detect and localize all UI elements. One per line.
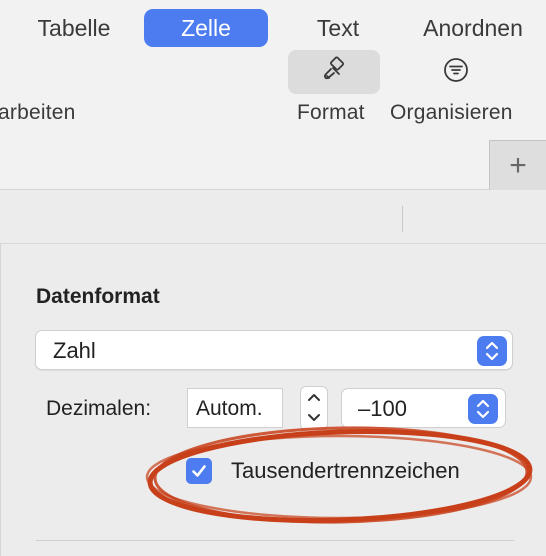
tab-divider xyxy=(402,206,403,232)
thousands-separator-label: Tausendertrennzeichen xyxy=(231,458,460,483)
chevron-down-icon[interactable] xyxy=(306,410,322,428)
decimals-stepper[interactable] xyxy=(300,386,328,430)
chevron-up-down-icon xyxy=(468,394,498,424)
chevron-up-icon[interactable] xyxy=(306,389,322,407)
data-format-popup[interactable]: Zahl xyxy=(35,330,513,370)
plus-icon: + xyxy=(509,148,527,182)
filter-lines-icon xyxy=(442,56,470,89)
negative-number-popup[interactable]: –100 xyxy=(341,388,506,428)
thousands-separator-row[interactable]: Tausendertrennzeichen xyxy=(186,456,460,486)
thousands-separator-checkbox[interactable] xyxy=(186,458,212,484)
tab-text[interactable]: Text xyxy=(290,9,386,47)
decimals-label: Dezimalen: xyxy=(46,397,152,420)
bearbeiten-label[interactable]: arbeiten xyxy=(0,101,76,125)
tab-tabelle[interactable]: Tabelle xyxy=(20,9,128,47)
organize-button[interactable] xyxy=(434,50,478,94)
decimals-value: Autom. xyxy=(196,397,263,420)
panel-divider xyxy=(0,244,1,556)
data-format-value: Zahl xyxy=(53,338,96,363)
tab-zelle[interactable]: Zelle xyxy=(144,9,268,47)
negative-number-value: –100 xyxy=(358,396,407,421)
chevron-up-down-icon xyxy=(477,336,507,366)
paintbrush-icon xyxy=(320,56,348,89)
inspector-tabbar xyxy=(0,190,546,244)
tab-anordnen[interactable]: Anordnen xyxy=(408,9,538,47)
organisieren-label[interactable]: Organisieren xyxy=(390,101,513,125)
format-button[interactable] xyxy=(288,50,380,94)
decimals-field[interactable]: Autom. xyxy=(187,388,283,428)
format-label[interactable]: Format xyxy=(297,101,365,125)
add-button[interactable]: + xyxy=(489,140,546,190)
section-divider xyxy=(36,540,514,541)
section-title-datenformat: Datenformat xyxy=(36,285,160,308)
